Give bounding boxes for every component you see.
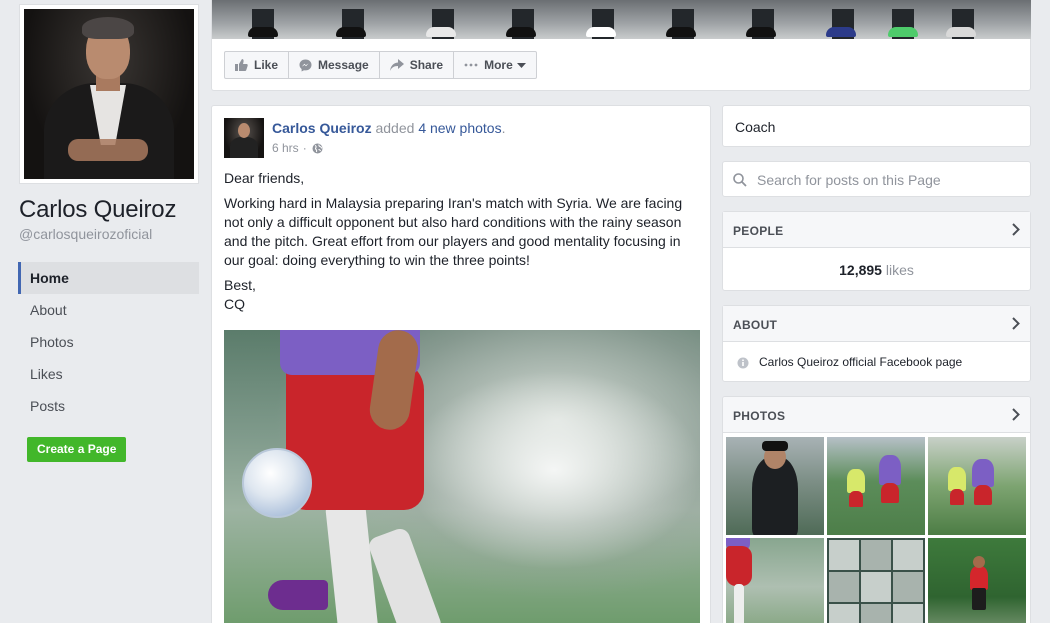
post-paragraph: Dear friends, <box>224 170 305 186</box>
messenger-icon <box>299 59 312 71</box>
cover-card: Like Message Share More <box>211 0 1031 91</box>
photo-thumbnail[interactable] <box>928 538 1026 623</box>
like-button[interactable]: Like <box>224 51 290 79</box>
about-description: Carlos Queiroz official Facebook page <box>759 355 963 369</box>
page-handle[interactable]: @carlosqueirozoficial <box>19 226 152 242</box>
share-label: Share <box>409 58 444 72</box>
page-nav: Home About Photos Likes Posts <box>18 262 199 422</box>
likes-label: likes <box>881 262 914 278</box>
photos-header[interactable]: PHOTOS <box>723 397 1030 433</box>
post-photos-link[interactable]: 4 new photos <box>418 120 501 136</box>
like-label: Like <box>254 58 279 72</box>
about-title: ABOUT <box>733 318 778 332</box>
page-category[interactable]: Coach <box>735 119 775 135</box>
globe-icon[interactable] <box>312 143 323 154</box>
caret-down-icon <box>516 62 526 68</box>
chevron-right-icon <box>1012 317 1020 330</box>
photos-card: PHOTOS <box>722 396 1031 623</box>
chevron-right-icon <box>1012 223 1020 236</box>
likes-count: 12,895 <box>839 262 882 278</box>
page-likes[interactable]: 12,895 likes <box>723 262 1030 278</box>
post-photo[interactable] <box>224 330 700 623</box>
nav-item-home[interactable]: Home <box>18 262 199 294</box>
nav-item-likes[interactable]: Likes <box>18 358 199 390</box>
photo-thumbnail[interactable] <box>726 437 824 535</box>
photo-thumbnail[interactable] <box>827 437 925 535</box>
post-paragraph: CQ <box>224 296 245 312</box>
nav-item-photos[interactable]: Photos <box>18 326 199 358</box>
post-timestamp[interactable]: 6 hrs <box>272 141 299 155</box>
people-header[interactable]: PEOPLE <box>723 212 1030 248</box>
thumbs-up-icon <box>235 59 248 71</box>
page-search-card <box>722 161 1031 197</box>
page-category-card: Coach <box>722 105 1031 147</box>
photo-thumbnail[interactable] <box>726 538 824 623</box>
more-button[interactable]: More <box>453 51 537 79</box>
more-label: More <box>484 58 513 72</box>
photos-title: PHOTOS <box>733 409 786 423</box>
cover-photo[interactable] <box>212 0 1031 39</box>
post-meta: 6 hrs · <box>272 141 323 155</box>
post-author-avatar[interactable] <box>224 118 264 158</box>
about-card: ABOUT Carlos Queiroz official Facebook p… <box>722 305 1031 382</box>
post-text: Dear friends, Working hard in Malaysia p… <box>224 169 700 320</box>
chevron-right-icon <box>1012 408 1020 421</box>
nav-item-posts[interactable]: Posts <box>18 390 199 422</box>
football-image <box>242 448 312 518</box>
message-label: Message <box>318 58 369 72</box>
post-card: Carlos Queiroz added 4 new photos. 6 hrs… <box>211 105 711 623</box>
photo-thumbnail[interactable] <box>928 437 1026 535</box>
create-page-button[interactable]: Create a Page <box>27 437 127 462</box>
profile-photo <box>24 9 194 179</box>
page-action-bar: Like Message Share More <box>224 51 537 79</box>
photo-grid <box>726 437 1026 623</box>
ellipsis-icon <box>464 63 478 67</box>
post-period: . <box>501 120 506 136</box>
search-icon <box>733 173 747 187</box>
post-paragraph: Best, <box>224 277 256 293</box>
post-action-text: added <box>371 120 419 136</box>
post-author-link[interactable]: Carlos Queiroz <box>272 120 372 136</box>
about-header[interactable]: ABOUT <box>723 306 1030 342</box>
message-button[interactable]: Message <box>288 51 380 79</box>
share-button[interactable]: Share <box>378 51 455 79</box>
post-header: Carlos Queiroz added 4 new photos. <box>272 120 506 136</box>
people-card: PEOPLE 12,895 likes <box>722 211 1031 291</box>
profile-picture[interactable] <box>19 4 199 184</box>
info-icon <box>737 357 749 369</box>
left-column: Carlos Queiroz @carlosqueirozoficial Hom… <box>0 0 211 623</box>
page-title[interactable]: Carlos Queiroz <box>19 196 176 224</box>
share-arrow-icon <box>389 59 404 71</box>
meta-separator: · <box>302 141 307 155</box>
page-search-input[interactable] <box>757 170 1017 190</box>
photo-thumbnail[interactable] <box>827 538 925 623</box>
nav-item-about[interactable]: About <box>18 294 199 326</box>
people-title: PEOPLE <box>733 224 784 238</box>
post-paragraph: Working hard in Malaysia preparing Iran'… <box>224 195 683 268</box>
